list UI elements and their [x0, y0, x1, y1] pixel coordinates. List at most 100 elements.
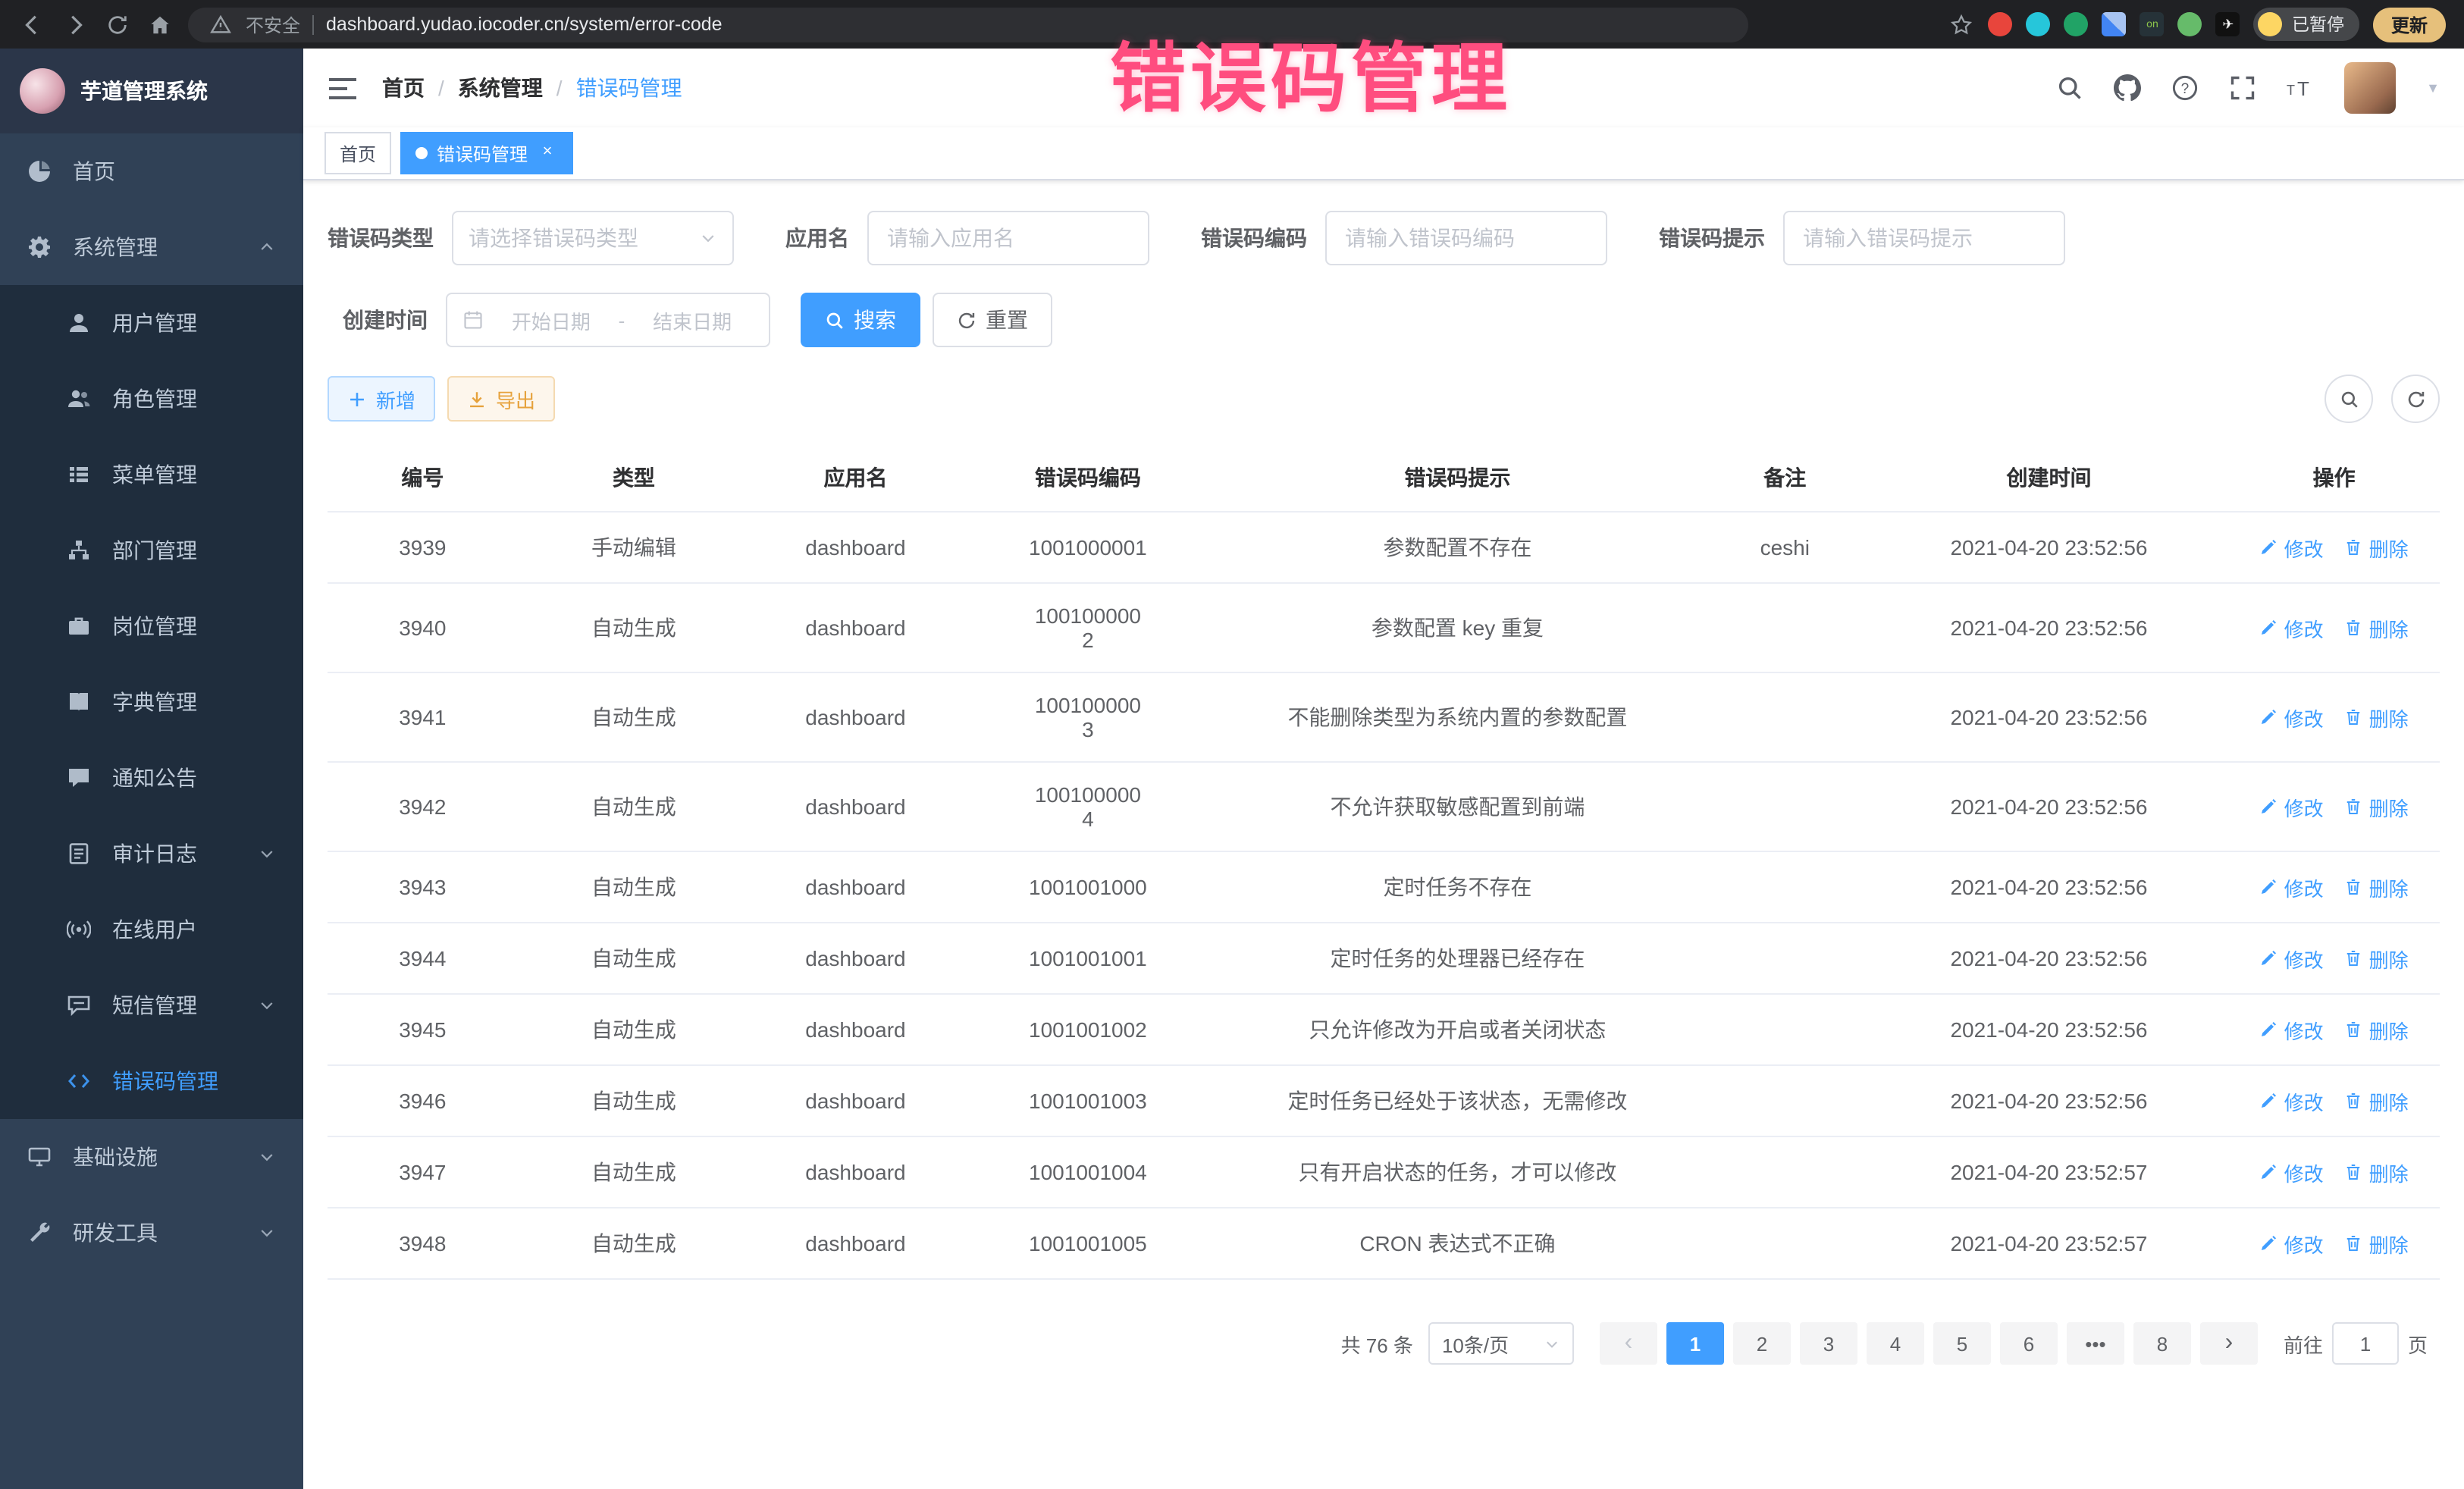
- delete-link[interactable]: 删除: [2345, 792, 2409, 821]
- edit-link[interactable]: 修改: [2260, 1158, 2324, 1186]
- sidebar-item[interactable]: 通知公告: [0, 740, 303, 816]
- profile-paused-badge[interactable]: 已暂停: [2254, 8, 2359, 41]
- sidebar-item[interactable]: 研发工具: [0, 1195, 303, 1271]
- show-search-button[interactable]: [2324, 375, 2373, 423]
- sidebar-item[interactable]: 系统管理: [0, 209, 303, 285]
- app-name-input[interactable]: [867, 211, 1149, 265]
- add-button[interactable]: 新增: [328, 376, 435, 422]
- sidebar-item[interactable]: 菜单管理: [0, 437, 303, 513]
- prev-page-icon[interactable]: ‹: [1600, 1322, 1657, 1365]
- export-button[interactable]: 导出: [447, 376, 555, 422]
- delete-link[interactable]: 删除: [2345, 1015, 2409, 1044]
- page-button[interactable]: 5: [1933, 1322, 1991, 1365]
- delete-link[interactable]: 删除: [2345, 1229, 2409, 1258]
- page-button[interactable]: 6: [2000, 1322, 2058, 1365]
- cell-app: dashboard: [750, 923, 961, 994]
- close-icon[interactable]: ×: [537, 143, 558, 164]
- cell-created: 2021-04-20 23:52:57: [1870, 1136, 2229, 1208]
- delete-link[interactable]: 删除: [2345, 703, 2409, 732]
- sidebar-item[interactable]: 字典管理: [0, 664, 303, 740]
- error-msg-input[interactable]: [1783, 211, 2065, 265]
- font-size-icon[interactable]: TT: [2287, 74, 2314, 102]
- docs-question-icon[interactable]: ?: [2171, 74, 2199, 102]
- extension-icon-grid[interactable]: [2102, 12, 2127, 36]
- error-code-input[interactable]: [1325, 211, 1607, 265]
- filter-type-label: 错误码类型: [328, 223, 434, 253]
- delete-link[interactable]: 删除: [2345, 1158, 2409, 1186]
- forward-icon[interactable]: [61, 11, 88, 38]
- search-icon[interactable]: [2056, 74, 2083, 102]
- breadcrumb-item[interactable]: 首页: [382, 73, 425, 103]
- page-button[interactable]: 3: [1800, 1322, 1857, 1365]
- sidebar-item[interactable]: 部门管理: [0, 513, 303, 588]
- extension-icon-red[interactable]: [1989, 12, 2013, 36]
- page-button[interactable]: 4: [1867, 1322, 1924, 1365]
- page-ellipsis[interactable]: •••: [2067, 1322, 2124, 1365]
- goto-page-input[interactable]: [2332, 1322, 2399, 1365]
- search-button[interactable]: 搜索: [801, 293, 920, 347]
- extension-icon-leaf[interactable]: [2178, 12, 2202, 36]
- page-button[interactable]: 8: [2133, 1322, 2191, 1365]
- github-icon[interactable]: [2114, 74, 2141, 102]
- extension-icon-green-check[interactable]: [2064, 12, 2089, 36]
- delete-link[interactable]: 删除: [2345, 613, 2409, 642]
- edit-icon: [2260, 1092, 2278, 1110]
- refresh-button[interactable]: [2391, 375, 2440, 423]
- address-bar[interactable]: 不安全 dashboard.yudao.iocoder.cn/system/er…: [188, 7, 1748, 42]
- cell-actions: 修改删除: [2228, 1136, 2440, 1208]
- sidebar-item[interactable]: 短信管理: [0, 967, 303, 1043]
- fullscreen-icon[interactable]: [2229, 74, 2256, 102]
- edit-link[interactable]: 修改: [2260, 792, 2324, 821]
- delete-icon: [2345, 538, 2363, 556]
- sidebar-item[interactable]: 角色管理: [0, 361, 303, 437]
- home-icon[interactable]: [146, 11, 173, 38]
- page-button[interactable]: 1: [1666, 1322, 1724, 1365]
- next-page-icon[interactable]: ›: [2200, 1322, 2258, 1365]
- app-logo[interactable]: 芋道管理系统: [0, 49, 303, 133]
- reset-button[interactable]: 重置: [933, 293, 1052, 347]
- sidebar-item[interactable]: 基础设施: [0, 1119, 303, 1195]
- error-type-select[interactable]: 请选择错误码类型: [452, 211, 734, 265]
- sidebar-item[interactable]: 岗位管理: [0, 588, 303, 664]
- delete-link[interactable]: 删除: [2345, 533, 2409, 562]
- sidebar-item-label: 菜单管理: [112, 459, 197, 490]
- extension-icon-pin[interactable]: ✈: [2216, 12, 2240, 36]
- extension-icon-on[interactable]: on: [2140, 12, 2165, 36]
- sidebar-item[interactable]: 在线用户: [0, 892, 303, 967]
- page-size-select[interactable]: 10条/页: [1428, 1322, 1574, 1365]
- caret-down-icon[interactable]: ▼: [2426, 80, 2440, 96]
- edit-link[interactable]: 修改: [2260, 1229, 2324, 1258]
- edit-link[interactable]: 修改: [2260, 533, 2324, 562]
- edit-link[interactable]: 修改: [2260, 613, 2324, 642]
- hamburger-icon[interactable]: [328, 75, 358, 101]
- sidebar-item[interactable]: 错误码管理: [0, 1043, 303, 1119]
- reload-icon[interactable]: [103, 11, 130, 38]
- sidebar-item[interactable]: 首页: [0, 133, 303, 209]
- edit-icon: [2260, 798, 2278, 816]
- delete-link[interactable]: 删除: [2345, 1086, 2409, 1115]
- book-icon: [67, 690, 91, 714]
- edit-link[interactable]: 修改: [2260, 1015, 2324, 1044]
- chevron-down-icon: [699, 229, 717, 247]
- delete-link[interactable]: 删除: [2345, 944, 2409, 973]
- edit-icon: [2260, 949, 2278, 967]
- user-avatar[interactable]: [2344, 62, 2396, 114]
- extension-icon-teal[interactable]: [2027, 12, 2051, 36]
- browser-update-button[interactable]: 更新: [2373, 7, 2446, 42]
- edit-link[interactable]: 修改: [2260, 1086, 2324, 1115]
- delete-link[interactable]: 删除: [2345, 873, 2409, 901]
- sidebar-item[interactable]: 审计日志: [0, 816, 303, 892]
- edit-link[interactable]: 修改: [2260, 944, 2324, 973]
- edit-link[interactable]: 修改: [2260, 873, 2324, 901]
- tab-首页[interactable]: 首页: [324, 132, 391, 174]
- back-icon[interactable]: [18, 11, 45, 38]
- breadcrumb-item[interactable]: 系统管理: [458, 73, 543, 103]
- code-icon: [67, 1069, 91, 1093]
- bookmark-star-icon[interactable]: [1948, 11, 1975, 38]
- page-button[interactable]: 2: [1733, 1322, 1791, 1365]
- edit-link[interactable]: 修改: [2260, 703, 2324, 732]
- sidebar-item[interactable]: 用户管理: [0, 285, 303, 361]
- tab-错误码管理[interactable]: 错误码管理×: [400, 132, 573, 174]
- cell-remark: [1701, 672, 1870, 762]
- date-range-picker[interactable]: 开始日期 - 结束日期: [446, 293, 770, 347]
